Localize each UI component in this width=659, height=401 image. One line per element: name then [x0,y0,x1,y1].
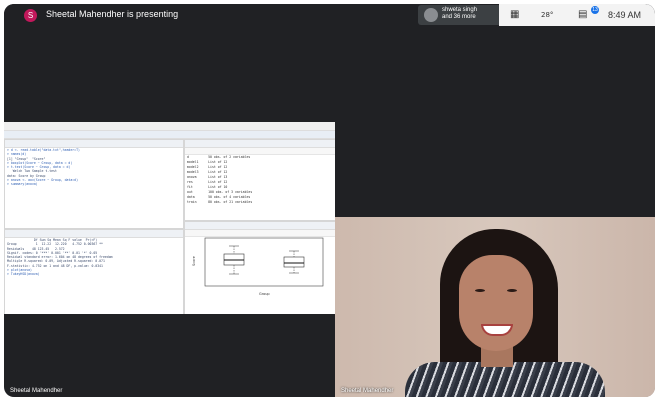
plot-xlabel: Group [259,292,270,296]
resize-handle[interactable] [331,189,334,201]
environment-row: train 80 obs. of 21 variables [187,200,253,204]
console-line: > TukeyHSD(anova) [7,272,40,277]
boxplot-chart: Score Group [192,237,324,296]
shared-screen: > d <- read.table("data.txt",header=T) > … [4,122,335,314]
environment-pane: d 50 obs. of 2 variables model1 List of 1… [184,139,335,221]
environment-toolbar [185,148,335,155]
participants-label-line2: and 36 more [442,14,476,20]
environment-list: d 50 obs. of 2 variables model1 List of 1… [185,155,335,205]
rstudio-menu-bar [4,122,335,131]
meeting-window: S Sheetal Mahendher is presenting shweta… [4,4,655,397]
console-output: > d <- read.table("data.txt",header=T) > … [5,148,183,187]
person-face [459,255,533,351]
plots-tabs[interactable] [185,222,335,230]
console-pane-header [5,140,183,148]
grid-icon[interactable]: ▦ [510,9,519,20]
participant-video[interactable]: Sheetal Mahendher [335,217,655,397]
chat-icon[interactable]: ▤ [578,9,587,20]
box-2 [283,256,305,268]
person-shirt [405,362,605,397]
person-eye-right [507,289,517,292]
console-pane: > d <- read.table("data.txt",header=T) > … [4,139,184,229]
weather-indicator[interactable]: 28° [541,11,553,19]
participant-avatar [424,8,438,22]
participants-label-line1: shweta singh [442,7,478,13]
person-eye-left [475,289,485,292]
participants-button[interactable]: shweta singh and 36 more [418,5,504,25]
chat-badge: 13 [591,6,599,14]
console-lower-header [5,230,183,238]
plots-pane: Score Group [184,221,335,314]
main-tile-name: Sheetal Mahendher [10,388,63,394]
console-lower-output: Df Sum Sq Mean Sq F value Pr(>F) Group 1 … [5,238,183,277]
clock: 8:49 AM [608,10,642,20]
plot-ylabel: Score [192,256,196,266]
self-tile-name: Sheetal Mahendher [341,388,394,394]
environment-tabs[interactable] [185,140,335,148]
console-lower-pane: Df Sum Sq Mean Sq F value Pr(>F) Group 1 … [4,229,184,314]
presenting-label: Sheetal Mahendher is presenting [46,9,179,19]
participants-label: shweta singh and 36 more [442,7,477,21]
presenter-avatar: S [24,9,37,22]
console-line: > summary(anova) [7,182,38,187]
meeting-top-bar: S Sheetal Mahendher is presenting shweta… [4,4,655,26]
plot-frame [204,237,324,287]
rstudio-toolbar [4,131,335,139]
